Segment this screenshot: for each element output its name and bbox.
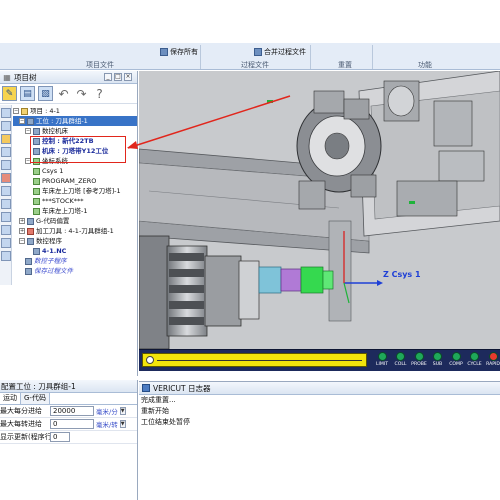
annotation-arrow	[127, 95, 291, 149]
vericut-window: 保存所有 合并过程文件 项目文件 过程文件 重置 功能 ▦ 项目树 _ □ × …	[0, 0, 500, 500]
